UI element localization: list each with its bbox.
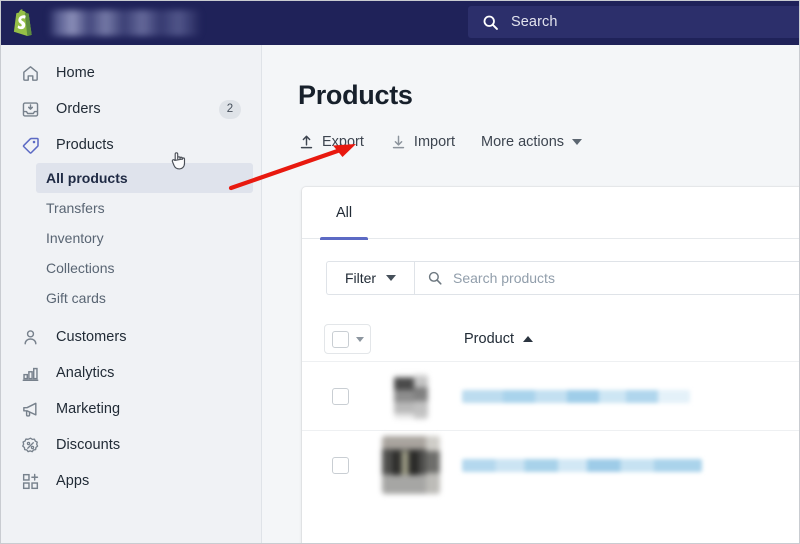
chevron-down-icon bbox=[386, 275, 397, 281]
chevron-down-icon[interactable] bbox=[355, 336, 364, 342]
sidebar-subitem-inventory[interactable]: Inventory bbox=[36, 223, 253, 253]
search-icon bbox=[428, 271, 442, 285]
search-products-input[interactable]: Search products bbox=[414, 261, 800, 295]
sidebar-item-products[interactable]: Products bbox=[8, 127, 253, 163]
sidebar-subitem-collections-label: Collections bbox=[46, 260, 115, 276]
sidebar-item-customers-label: Customers bbox=[56, 329, 127, 345]
sidebar-subitem-all-products-label: All products bbox=[46, 170, 128, 186]
marketing-megaphone-icon bbox=[20, 399, 41, 420]
sidebar-item-orders[interactable]: Orders 2 bbox=[8, 91, 253, 127]
product-tag-icon bbox=[20, 135, 41, 156]
sidebar-item-apps[interactable]: Apps bbox=[8, 463, 253, 499]
import-button-label: Import bbox=[413, 134, 456, 150]
sidebar-item-discounts-label: Discounts bbox=[56, 437, 121, 453]
global-search-placeholder: Search bbox=[511, 14, 558, 30]
checkbox-icon[interactable] bbox=[331, 330, 349, 348]
export-button-label: Export bbox=[322, 134, 364, 150]
sidebar-item-analytics[interactable]: Analytics bbox=[8, 355, 253, 391]
import-button[interactable]: Import bbox=[390, 133, 455, 151]
tab-all[interactable]: All bbox=[320, 187, 369, 240]
chevron-down-icon bbox=[572, 139, 583, 145]
product-thumbnail-image-blurred bbox=[382, 436, 440, 494]
page-title: Products bbox=[298, 80, 413, 110]
top-bar: Search bbox=[0, 0, 800, 45]
sidebar-subitem-gift-cards-label: Gift cards bbox=[46, 290, 106, 306]
customer-person-icon bbox=[20, 327, 41, 348]
column-header-product-label: Product bbox=[464, 331, 514, 347]
product-thumbnail bbox=[378, 436, 444, 494]
global-search-input[interactable]: Search bbox=[468, 6, 800, 38]
sidebar-item-orders-label: Orders bbox=[56, 101, 101, 117]
orders-inbox-icon bbox=[20, 99, 41, 120]
sidebar-subitem-all-products[interactable]: All products bbox=[36, 163, 253, 193]
filter-search-row: Filter Search products bbox=[326, 261, 800, 295]
sidebar: Home Orders 2 Products All products Tran… bbox=[0, 45, 262, 544]
more-actions-button-label: More actions bbox=[481, 134, 565, 150]
import-down-arrow-icon bbox=[392, 135, 405, 149]
shopify-bag-logo-icon[interactable] bbox=[0, 0, 46, 45]
store-name-redacted bbox=[48, 9, 200, 36]
home-icon bbox=[20, 63, 41, 84]
product-name-redacted bbox=[462, 389, 690, 403]
search-products-placeholder: Search products bbox=[453, 270, 555, 286]
page-actions-toolbar: Export Import More actions bbox=[298, 133, 608, 151]
analytics-bar-chart-icon bbox=[20, 363, 41, 384]
sidebar-item-customers[interactable]: Customers bbox=[8, 319, 253, 355]
sidebar-item-home[interactable]: Home bbox=[8, 55, 253, 91]
product-thumbnail-image-blurred bbox=[394, 373, 428, 419]
export-up-arrow-icon bbox=[300, 135, 313, 149]
column-header-product[interactable]: Product bbox=[464, 331, 533, 347]
tab-all-label: All bbox=[336, 204, 353, 221]
product-name-redacted bbox=[462, 458, 702, 472]
main-content: Products Export Import More actions All … bbox=[262, 45, 800, 544]
card-tabs: All bbox=[302, 187, 800, 240]
search-icon bbox=[483, 15, 498, 30]
sidebar-item-products-label: Products bbox=[56, 137, 114, 153]
sidebar-item-analytics-label: Analytics bbox=[56, 365, 115, 381]
sidebar-subitem-transfers-label: Transfers bbox=[46, 200, 105, 216]
table-header-row: Product bbox=[302, 317, 800, 361]
product-thumbnail bbox=[378, 368, 444, 424]
sidebar-item-marketing-label: Marketing bbox=[56, 401, 121, 417]
export-button[interactable]: Export bbox=[298, 133, 364, 151]
orders-count-badge: 2 bbox=[219, 99, 241, 119]
table-row[interactable] bbox=[302, 430, 800, 499]
sidebar-subitem-transfers[interactable]: Transfers bbox=[36, 193, 253, 223]
products-card: All Filter Search products Product bbox=[302, 187, 800, 544]
apps-grid-plus-icon bbox=[20, 471, 41, 492]
sidebar-item-discounts[interactable]: Discounts bbox=[8, 427, 253, 463]
sidebar-item-marketing[interactable]: Marketing bbox=[8, 391, 253, 427]
app-root: Search Home Orders 2 Products All produc… bbox=[0, 0, 800, 544]
sidebar-subitem-collections[interactable]: Collections bbox=[36, 253, 253, 283]
filter-button[interactable]: Filter bbox=[326, 261, 414, 295]
filter-button-label: Filter bbox=[344, 270, 377, 286]
select-all-checkbox-dropdown[interactable] bbox=[324, 324, 371, 354]
sidebar-subitem-gift-cards[interactable]: Gift cards bbox=[36, 283, 253, 313]
row-checkbox-icon[interactable] bbox=[332, 387, 349, 405]
discount-percent-icon bbox=[20, 435, 41, 456]
caret-up-icon bbox=[522, 336, 533, 342]
sidebar-item-apps-label: Apps bbox=[56, 473, 90, 489]
sidebar-subitem-inventory-label: Inventory bbox=[46, 230, 104, 246]
table-row[interactable] bbox=[302, 361, 800, 430]
row-checkbox-icon[interactable] bbox=[332, 456, 349, 474]
sidebar-item-home-label: Home bbox=[56, 65, 95, 81]
more-actions-button[interactable]: More actions bbox=[481, 134, 583, 150]
